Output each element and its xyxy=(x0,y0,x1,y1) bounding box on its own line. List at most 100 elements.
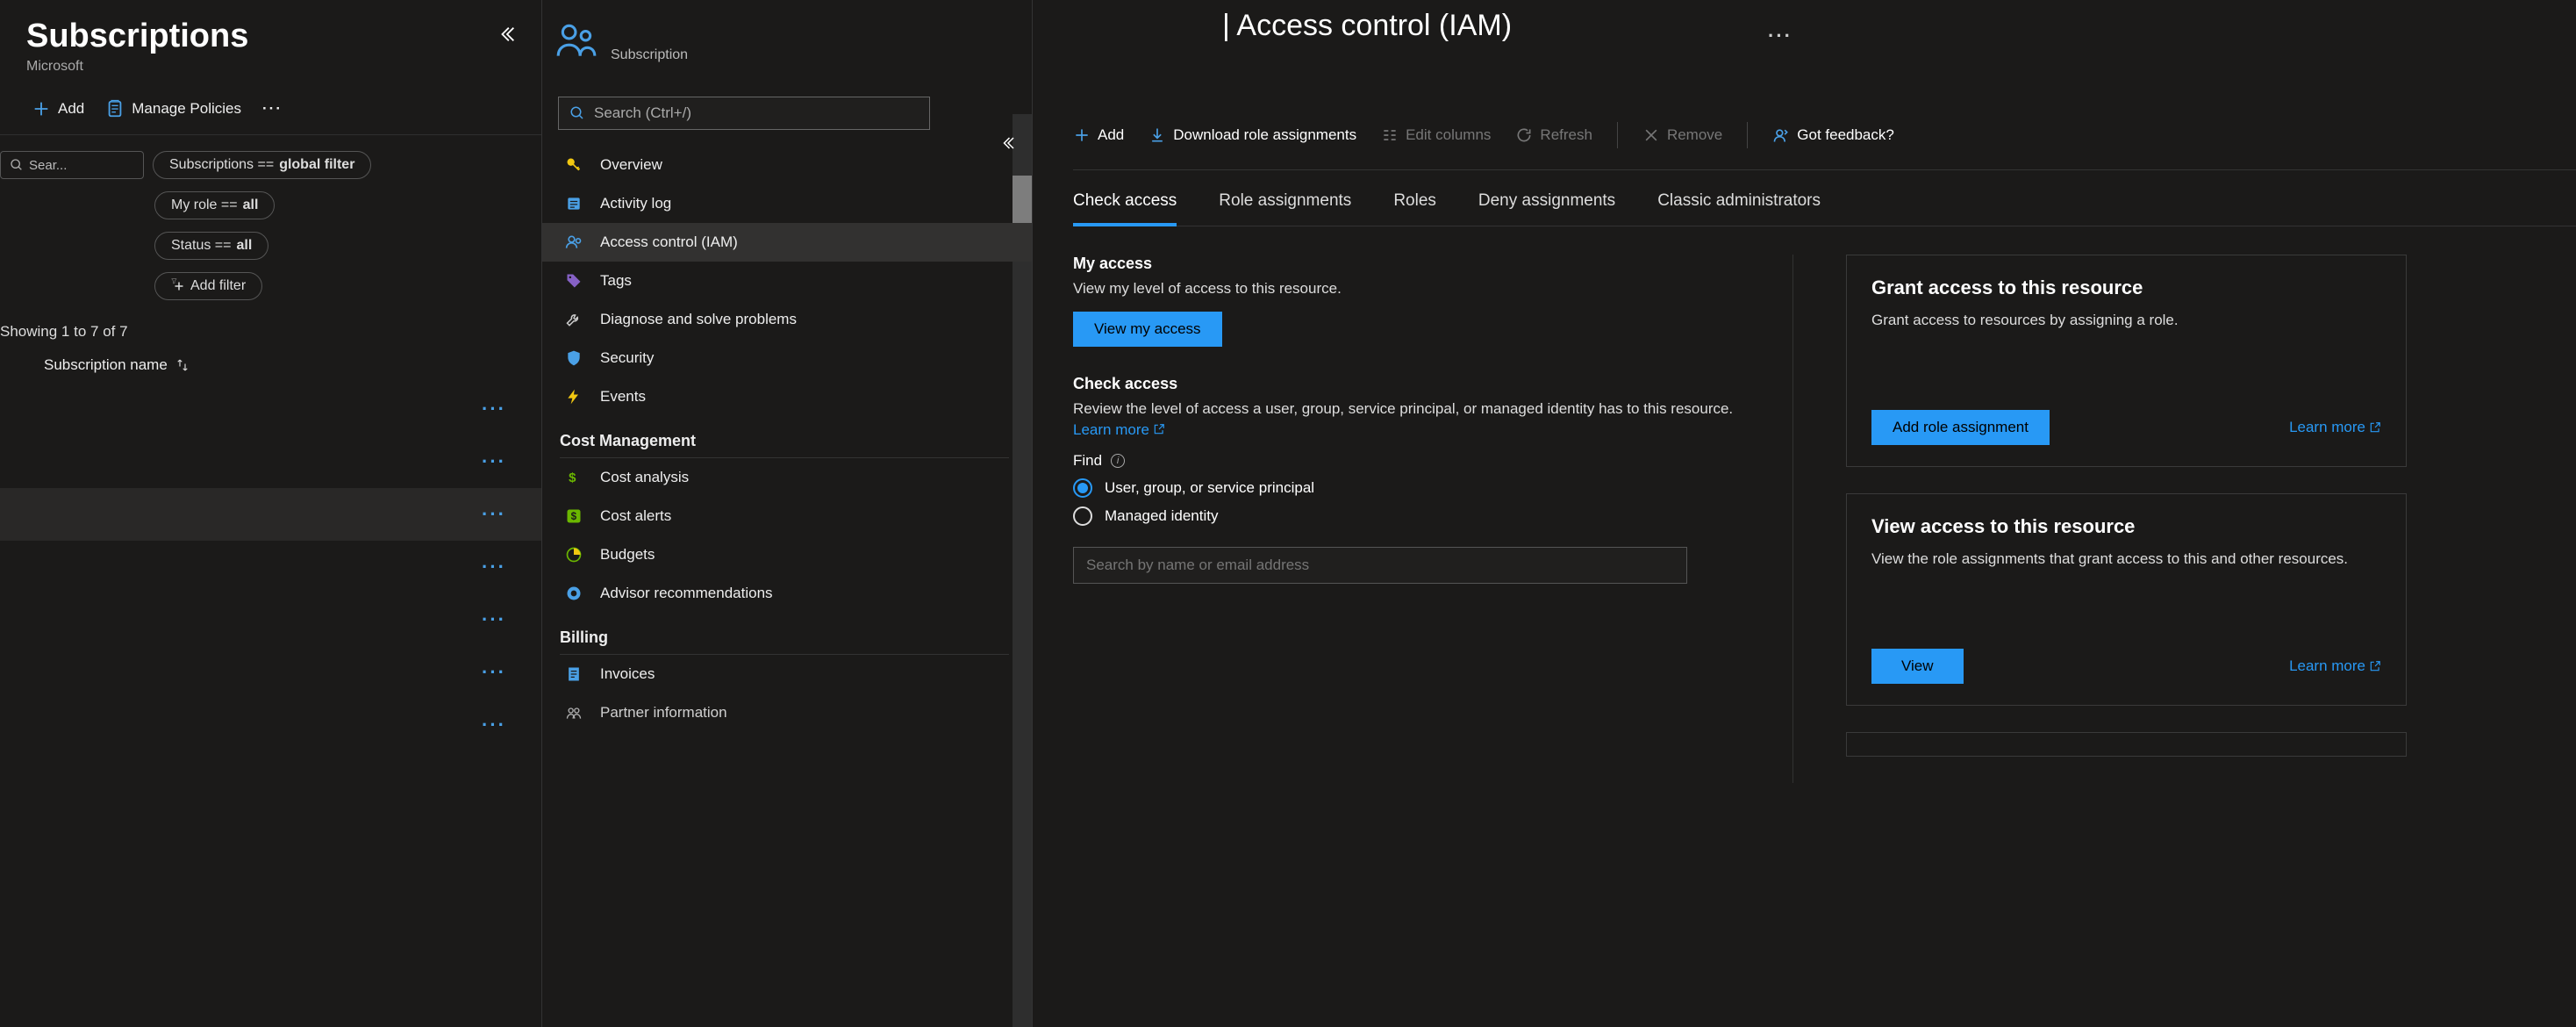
info-icon[interactable]: i xyxy=(1111,454,1125,468)
collapse-left-icon[interactable] xyxy=(497,25,517,48)
nav-tags[interactable]: Tags xyxy=(542,262,1032,300)
toolbar-add-button[interactable]: Add xyxy=(1073,126,1124,144)
toolbar-remove-label: Remove xyxy=(1667,126,1722,144)
learn-more-link[interactable]: Learn more xyxy=(2289,657,2381,675)
table-row[interactable]: ··· xyxy=(0,593,541,646)
separator xyxy=(1747,122,1748,148)
add-role-assignment-button[interactable]: Add role assignment xyxy=(1871,410,2050,445)
nav-label: Events xyxy=(600,388,646,406)
nav-label: Diagnose and solve problems xyxy=(600,311,797,328)
filter-status-value: all xyxy=(237,238,253,254)
card-text: Grant access to resources by assigning a… xyxy=(1871,310,2381,331)
nav-label: Invoices xyxy=(600,665,655,683)
nav-activity-log[interactable]: Activity log xyxy=(542,184,1032,223)
principal-search-input[interactable] xyxy=(1073,547,1687,584)
invoice-icon xyxy=(563,664,584,685)
nav-cost-alerts[interactable]: $ Cost alerts xyxy=(542,497,1032,535)
filter-role[interactable]: My role == all xyxy=(154,191,275,219)
table-row[interactable]: ··· xyxy=(0,699,541,751)
subscriptions-commandbar: Add Manage Policies ··· xyxy=(0,85,541,135)
tab-classic-admins[interactable]: Classic administrators xyxy=(1657,191,1821,226)
toolbar-download-button[interactable]: Download role assignments xyxy=(1148,126,1356,144)
filter-status-prefix: Status == xyxy=(171,238,232,254)
table-row[interactable]: ··· xyxy=(0,435,541,488)
table-row[interactable]: ··· xyxy=(0,488,541,541)
radio-user-group[interactable]: User, group, or service principal xyxy=(1073,478,1757,498)
row-actions-icon[interactable]: ··· xyxy=(482,608,506,631)
view-access-button[interactable]: View xyxy=(1871,649,1964,684)
nav-security[interactable]: Security xyxy=(542,339,1032,377)
results-count: Showing 1 to 7 of 7 xyxy=(0,316,541,348)
nav-cost-analysis[interactable]: $ Cost analysis xyxy=(542,458,1032,497)
toolbar-remove-button[interactable]: Remove xyxy=(1642,126,1722,144)
nav-group-billing: Billing xyxy=(542,613,1032,652)
learn-more-link[interactable]: Learn more xyxy=(2289,419,2381,436)
nav-events[interactable]: Events xyxy=(542,377,1032,416)
more-actions-icon[interactable]: ··· xyxy=(1768,25,1792,47)
manage-policies-button[interactable]: Manage Policies xyxy=(105,99,241,118)
search-placeholder: Search (Ctrl+/) xyxy=(594,104,691,122)
radio-managed-identity[interactable]: Managed identity xyxy=(1073,506,1757,526)
row-actions-icon[interactable]: ··· xyxy=(482,556,506,578)
tag-icon xyxy=(563,270,584,291)
nav-label: Overview xyxy=(600,156,662,174)
nav-budgets[interactable]: Budgets xyxy=(542,535,1032,574)
card-text: View the role assignments that grant acc… xyxy=(1871,549,2381,570)
tab-roles[interactable]: Roles xyxy=(1393,191,1436,226)
tab-role-assignments[interactable]: Role assignments xyxy=(1219,191,1351,226)
table-row[interactable]: ··· xyxy=(0,541,541,593)
resource-menu-search[interactable]: Search (Ctrl+/) xyxy=(558,97,930,130)
learn-more-link[interactable]: Learn more xyxy=(1073,420,1165,441)
key-icon xyxy=(563,154,584,176)
toolbar-edit-columns-button[interactable]: Edit columns xyxy=(1381,126,1491,144)
advisor-icon xyxy=(563,583,584,604)
toolbar-feedback-button[interactable]: Got feedback? xyxy=(1772,126,1894,144)
toolbar-refresh-button[interactable]: Refresh xyxy=(1515,126,1592,144)
card-title: Grant access to this resource xyxy=(1871,276,2381,299)
my-access-heading: My access xyxy=(1073,255,1757,273)
check-access-main: My access View my level of access to thi… xyxy=(1073,255,1757,783)
filter-subscriptions[interactable]: Subscriptions == global filter xyxy=(153,151,371,179)
row-actions-icon[interactable]: ··· xyxy=(482,661,506,684)
nav-label: Partner information xyxy=(600,704,727,722)
manage-policies-label: Manage Policies xyxy=(132,100,241,118)
card-title: View access to this resource xyxy=(1871,515,2381,538)
row-actions-icon[interactable]: ··· xyxy=(482,398,506,420)
view-my-access-button[interactable]: View my access xyxy=(1073,312,1222,347)
add-subscription-button[interactable]: Add xyxy=(32,99,84,118)
table-row[interactable]: ··· xyxy=(0,646,541,699)
nav-label: Advisor recommendations xyxy=(600,585,773,602)
filter-subs-prefix: Subscriptions == xyxy=(169,157,274,173)
nav-access-control[interactable]: Access control (IAM) xyxy=(542,223,1032,262)
table-row[interactable]: ··· xyxy=(0,383,541,435)
nav-label: Tags xyxy=(600,272,632,290)
search-placeholder: Sear... xyxy=(29,158,67,173)
column-header-name[interactable]: Subscription name xyxy=(0,348,541,383)
tab-deny-assignments[interactable]: Deny assignments xyxy=(1478,191,1615,226)
row-actions-icon[interactable]: ··· xyxy=(482,714,506,736)
filter-subs-value: global filter xyxy=(279,157,354,173)
row-actions-icon[interactable]: ··· xyxy=(482,450,506,473)
nav-label: Security xyxy=(600,349,654,367)
column-header-label: Subscription name xyxy=(44,356,168,374)
resource-subtitle: Subscription xyxy=(611,47,688,63)
nav-diagnose[interactable]: Diagnose and solve problems xyxy=(542,300,1032,339)
separator xyxy=(1617,122,1618,148)
resource-menu-panel: Subscription Search (Ctrl+/) Overview Ac… xyxy=(542,0,1033,1027)
people-icon xyxy=(555,19,598,63)
iam-toolbar: Add Download role assignments Edit colum… xyxy=(1073,114,2576,170)
tab-check-access[interactable]: Check access xyxy=(1073,191,1177,226)
row-actions-icon[interactable]: ··· xyxy=(482,503,506,526)
dollar-box-icon: $ xyxy=(563,506,584,527)
nav-invoices[interactable]: Invoices xyxy=(542,655,1032,693)
iam-panel: | Access control (IAM) ··· Add Download … xyxy=(1033,0,2576,1027)
toolbar-download-label: Download role assignments xyxy=(1173,126,1356,144)
nav-partner[interactable]: Partner information xyxy=(542,693,1032,732)
radio-user-label: User, group, or service principal xyxy=(1105,479,1314,497)
subscriptions-search-input[interactable]: Sear... xyxy=(0,151,144,179)
more-commands-button[interactable]: ··· xyxy=(262,100,283,118)
filter-status[interactable]: Status == all xyxy=(154,232,268,260)
add-filter-button[interactable]: Add filter xyxy=(154,272,262,300)
nav-advisor[interactable]: Advisor recommendations xyxy=(542,574,1032,613)
nav-overview[interactable]: Overview xyxy=(542,146,1032,184)
